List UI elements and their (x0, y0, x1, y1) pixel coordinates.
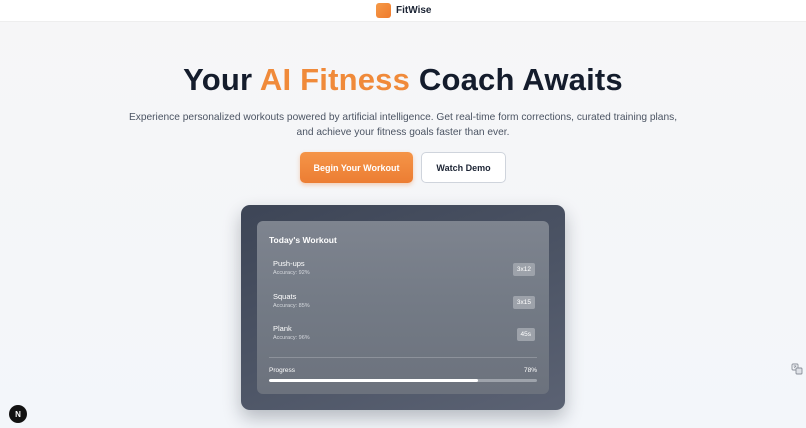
hero-title-prefix: Your (183, 62, 260, 97)
exercise-name: Push-ups (273, 259, 305, 268)
exercise-sets-badge: 45s (516, 328, 535, 341)
exercise-item-push-ups: Push-ups Accuracy: 92% 3x12 (273, 259, 535, 281)
exercise-accuracy: Accuracy: 92% (273, 270, 310, 276)
hero-title-accent: AI Fitness (259, 62, 411, 97)
exercise-name: Plank (273, 324, 292, 333)
watch-demo-button[interactable]: Watch Demo (421, 152, 506, 183)
exercise-item-squats: Squats Accuracy: 85% 3x15 (273, 292, 535, 314)
hero-title: Your AI Fitness Coach Awaits (0, 62, 806, 98)
exercise-accuracy: Accuracy: 96% (273, 335, 310, 341)
brand-name: FitWise (396, 4, 432, 16)
divider (269, 357, 537, 358)
hero-subtitle: Experience personalized workouts powered… (128, 112, 678, 138)
exercise-sets-badge: 3x12 (512, 263, 535, 276)
hero-title-suffix: Coach Awaits (410, 62, 623, 97)
workout-panel: Today's Workout Push-ups Accuracy: 92% 3… (257, 221, 549, 394)
exercise-sets-badge: 3x15 (512, 296, 535, 309)
brand[interactable]: FitWise (376, 1, 431, 19)
progress-value: 78% (523, 367, 537, 374)
exercise-item-plank: Plank Accuracy: 96% 45s (273, 324, 535, 346)
translate-icon[interactable] (790, 362, 804, 376)
logo-icon (376, 2, 391, 18)
workout-preview-card: Today's Workout Push-ups Accuracy: 92% 3… (241, 205, 565, 410)
progress-bar-fill (269, 379, 479, 382)
progress-label: Progress (269, 367, 296, 374)
workout-title: Today's Workout (269, 235, 337, 245)
begin-workout-button[interactable]: Begin Your Workout (300, 152, 413, 183)
exercise-name: Squats (273, 292, 297, 301)
top-navbar: FitWise (0, 0, 806, 22)
progress-bar (269, 379, 537, 382)
exercise-accuracy: Accuracy: 85% (273, 303, 310, 309)
next-logo-icon[interactable]: N (9, 405, 27, 423)
